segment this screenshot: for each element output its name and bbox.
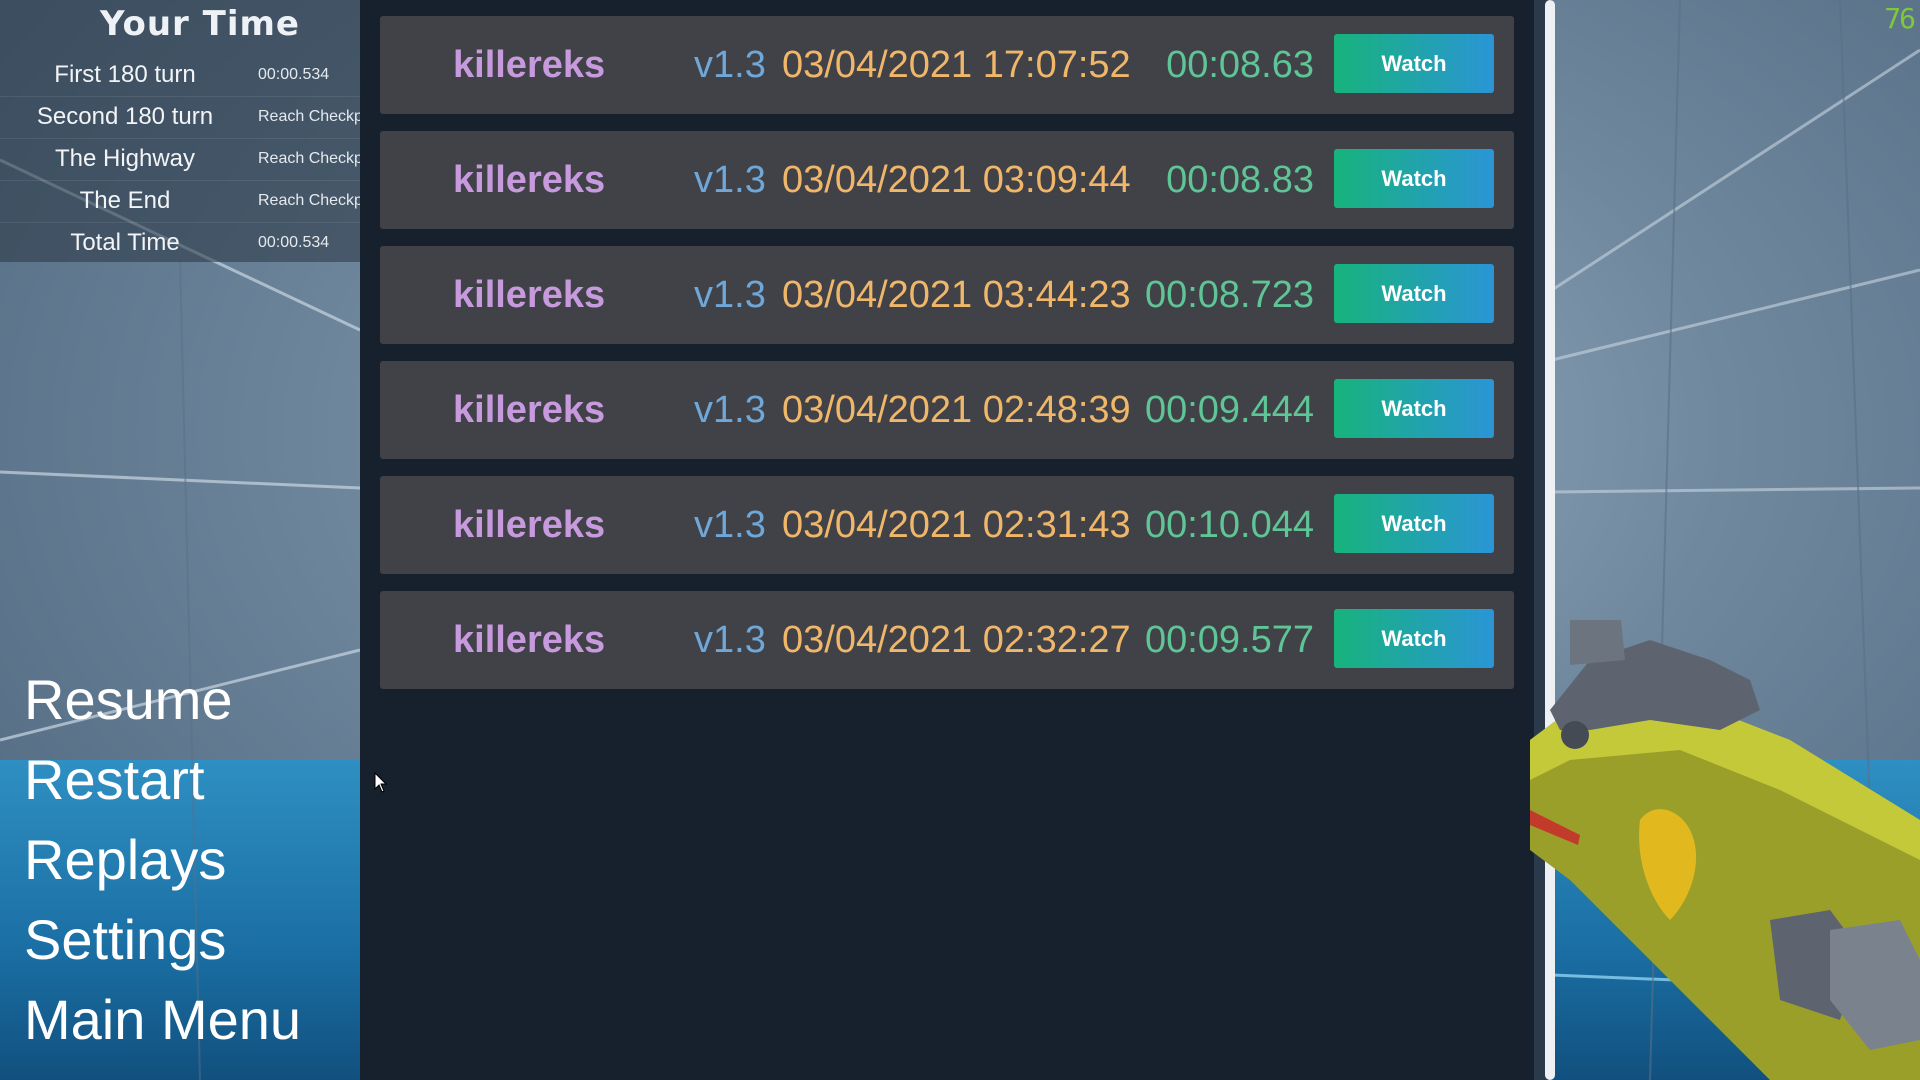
split-row-total: Total Time 00:00.534 <box>0 224 360 262</box>
replay-date: 03/04/2021 17:07:52 <box>782 44 1131 86</box>
split-name: Second 180 turn <box>36 103 214 130</box>
replay-row: killereks v1.3 03/04/2021 03:09:44 00:08… <box>380 131 1514 229</box>
replay-date: 03/04/2021 02:31:43 <box>782 504 1131 546</box>
rocket-launcher-icon <box>1530 620 1920 1080</box>
replay-version: v1.3 <box>694 44 766 86</box>
replay-player: killereks <box>453 504 606 546</box>
fps-counter: 76 <box>1884 2 1916 35</box>
watch-button[interactable]: Watch <box>1334 149 1494 208</box>
replay-row: killereks v1.3 03/04/2021 02:31:43 00:10… <box>380 476 1514 574</box>
replay-date: 03/04/2021 03:09:44 <box>782 159 1131 201</box>
replay-row: killereks v1.3 03/04/2021 02:32:27 00:09… <box>380 591 1514 689</box>
replay-version: v1.3 <box>694 274 766 316</box>
replay-date: 03/04/2021 02:32:27 <box>782 619 1131 661</box>
split-name: First 180 turn <box>54 61 196 88</box>
split-name: The End <box>79 187 171 214</box>
replay-row: killereks v1.3 03/04/2021 03:44:23 00:08… <box>380 246 1514 344</box>
split-row: Second 180 turn Reach Checkp <box>0 98 360 139</box>
replay-player: killereks <box>453 274 606 316</box>
split-time: 00:00.534 <box>258 234 330 251</box>
replay-time: 00:08.83 <box>1166 159 1314 201</box>
menu-item-restart[interactable]: Restart <box>24 740 301 820</box>
split-time: Reach Checkp <box>258 150 360 167</box>
replay-version: v1.3 <box>694 504 766 546</box>
split-row: The Highway Reach Checkp <box>0 140 360 181</box>
replay-player: killereks <box>453 389 606 431</box>
split-name: The Highway <box>54 145 196 172</box>
replay-time: 00:09.444 <box>1144 389 1314 431</box>
replay-version: v1.3 <box>694 389 766 431</box>
watch-button[interactable]: Watch <box>1334 34 1494 93</box>
split-time: 00:00.534 <box>258 66 330 83</box>
replay-date: 03/04/2021 03:44:23 <box>782 274 1131 316</box>
watch-button[interactable]: Watch <box>1334 379 1494 438</box>
replay-player: killereks <box>453 159 606 201</box>
menu-item-replays[interactable]: Replays <box>24 820 301 900</box>
split-times-title: Your Time <box>99 4 300 44</box>
replay-time: 00:10.044 <box>1144 504 1314 546</box>
replay-version: v1.3 <box>694 159 766 201</box>
replay-time: 00:09.577 <box>1144 619 1314 661</box>
replays-panel: killereks v1.3 03/04/2021 17:07:52 00:08… <box>360 0 1534 1080</box>
menu-item-main-menu[interactable]: Main Menu <box>24 980 301 1060</box>
split-name: Total Time <box>70 229 180 256</box>
watch-button[interactable]: Watch <box>1334 264 1494 323</box>
mouse-pointer-icon <box>374 772 388 793</box>
replay-time: 00:08.63 <box>1166 44 1314 86</box>
replay-player: killereks <box>453 44 606 86</box>
replay-row: killereks v1.3 03/04/2021 02:48:39 00:09… <box>380 361 1514 459</box>
watch-button[interactable]: Watch <box>1334 609 1494 668</box>
split-row: The End Reach Checkp <box>0 182 360 223</box>
split-times-panel: Your Time First 180 turn 00:00.534 Secon… <box>0 0 360 262</box>
watch-button[interactable]: Watch <box>1334 494 1494 553</box>
replay-date: 03/04/2021 02:48:39 <box>782 389 1131 431</box>
replay-player: killereks <box>453 619 606 661</box>
split-time: Reach Checkp <box>258 192 360 209</box>
pause-menu: Resume Restart Replays Settings Main Men… <box>24 660 301 1060</box>
menu-item-settings[interactable]: Settings <box>24 900 301 980</box>
menu-item-resume[interactable]: Resume <box>24 660 301 740</box>
replay-version: v1.3 <box>694 619 766 661</box>
split-row: First 180 turn 00:00.534 <box>0 56 360 97</box>
replay-row: killereks v1.3 03/04/2021 17:07:52 00:08… <box>380 16 1514 114</box>
replay-time: 00:08.723 <box>1144 274 1314 316</box>
split-time: Reach Checkp <box>258 108 360 125</box>
